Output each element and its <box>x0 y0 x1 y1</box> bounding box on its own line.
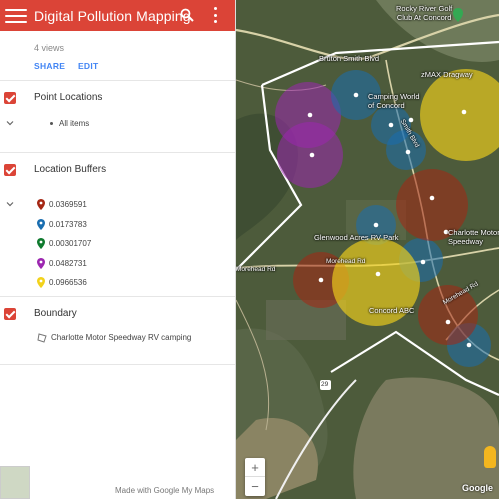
menu-icon[interactable] <box>5 8 27 23</box>
poi-label[interactable]: Rocky River Golf Club At Concord <box>396 4 452 22</box>
buffer-legend-list: 0.0369591 0.0173783 0.00301707 0.0482731… <box>0 195 235 293</box>
layer-header: Location Buffers <box>0 153 235 191</box>
road-label: Bruton Smith Blvd <box>319 54 380 63</box>
panel-header: Digital Pollution Mapping <box>0 0 235 31</box>
route-shield-label: 29 <box>321 381 329 388</box>
poi-label[interactable]: Camping World of Concord <box>368 92 420 110</box>
edit-button[interactable]: EDIT <box>78 61 99 71</box>
view-count: 4 views <box>34 43 65 53</box>
footer-credit: Made with Google My Maps <box>115 486 215 495</box>
poi-label[interactable]: Concord ABC <box>369 306 414 315</box>
layer-title: Point Locations <box>34 92 103 103</box>
map-actions: SHARE EDIT <box>34 61 235 71</box>
share-button[interactable]: SHARE <box>34 61 65 71</box>
item-label: 0.0482731 <box>49 258 87 268</box>
zoom-control: + − <box>245 458 265 496</box>
road-label: Morehead Rd <box>326 258 366 265</box>
layer-visibility-checkbox[interactable] <box>4 164 16 176</box>
list-item[interactable]: Charlotte Motor Speedway RV camping <box>0 328 191 348</box>
layer-location-buffers: Location Buffers 0.0369591 0.0173783 0.0… <box>0 153 235 297</box>
map-pin-icon <box>37 218 45 230</box>
item-label: Charlotte Motor Speedway RV camping <box>51 333 192 343</box>
search-icon[interactable] <box>180 8 194 22</box>
map-title: Digital Pollution Mapping <box>34 7 191 24</box>
app-window: Digital Pollution Mapping 4 views SHARE … <box>0 0 499 499</box>
polygon-icon <box>37 333 47 343</box>
poi-label[interactable]: zMAX Dragway <box>421 70 473 79</box>
map-meta: 4 views SHARE EDIT <box>0 31 235 81</box>
legend-panel: Digital Pollution Mapping 4 views SHARE … <box>0 0 236 499</box>
bullet-icon <box>50 122 53 126</box>
basemap-thumbnail[interactable] <box>0 466 30 499</box>
item-label: All items <box>59 119 90 129</box>
pegman-icon[interactable] <box>484 446 496 468</box>
layer-visibility-checkbox[interactable] <box>4 308 16 320</box>
map-pin-icon <box>37 238 45 250</box>
layer-boundary: Boundary Charlotte Motor Speedway RV cam… <box>0 297 235 365</box>
zoom-in-button[interactable]: + <box>245 458 265 477</box>
item-label: 0.00301707 <box>49 239 92 249</box>
legend-item[interactable]: 0.00301707 <box>0 234 235 254</box>
more-options-icon[interactable] <box>212 7 218 23</box>
legend-item[interactable]: 0.0966536 <box>0 273 235 293</box>
zoom-out-button[interactable]: − <box>245 477 265 496</box>
layer-visibility-checkbox[interactable] <box>4 92 16 104</box>
legend-item[interactable]: 0.0173783 <box>0 215 235 235</box>
poi-label[interactable]: Charlotte Motor Speedway <box>448 228 499 246</box>
layer-title: Location Buffers <box>34 164 107 175</box>
item-label: 0.0369591 <box>49 200 87 210</box>
legend-item[interactable]: 0.0369591 <box>0 195 235 215</box>
map-pin-icon <box>37 257 45 269</box>
layer-point-locations: Point Locations All items <box>0 81 235 153</box>
layer-title: Boundary <box>34 308 77 319</box>
poi-label[interactable]: Glenwood Acres RV Park <box>314 233 399 242</box>
legend-item[interactable]: 0.0482731 <box>0 254 235 274</box>
list-item[interactable]: All items <box>0 114 89 134</box>
map-pin-icon <box>37 199 45 211</box>
item-label: 0.0966536 <box>49 278 87 288</box>
road-label: Morehead Rd <box>236 266 276 273</box>
google-logo: Google <box>462 483 493 493</box>
item-label: 0.0173783 <box>49 219 87 229</box>
map-pin-icon <box>37 277 45 289</box>
map-canvas[interactable]: Bruton Smith Blvd Rocky River Golf Club … <box>236 0 499 499</box>
